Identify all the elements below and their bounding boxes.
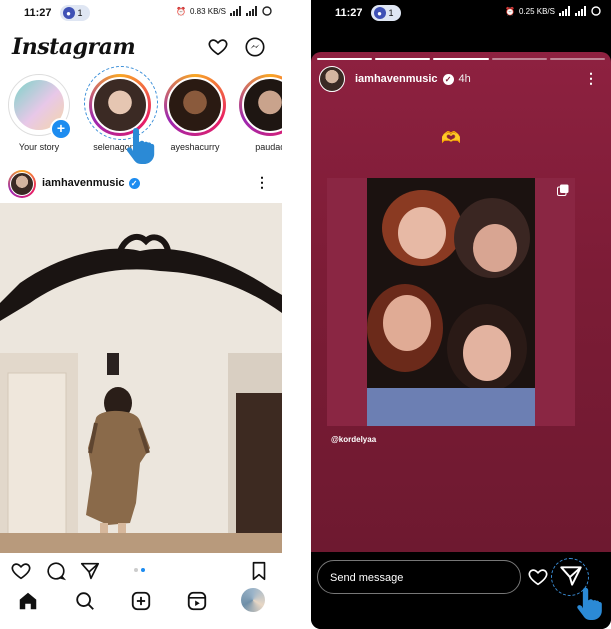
like-story-heart-icon[interactable] <box>527 566 549 588</box>
mention-tag[interactable]: @kordelyaa <box>331 435 376 444</box>
notification-icon: ● <box>62 7 75 19</box>
tap-hand-icon <box>126 128 155 164</box>
bookmark-icon[interactable] <box>248 560 270 582</box>
tap-hand-icon <box>577 587 602 620</box>
signal-icon-2 <box>246 6 257 16</box>
comment-icon[interactable] <box>45 560 67 582</box>
story-username[interactable]: iamhavenmusic <box>355 73 438 85</box>
search-icon[interactable] <box>74 590 96 612</box>
status-time: 11:27 <box>24 7 52 19</box>
story-your-story[interactable]: + Your story <box>6 74 72 152</box>
heart-icon[interactable] <box>10 560 32 582</box>
reels-icon[interactable] <box>186 590 208 612</box>
signal-icon <box>230 6 241 16</box>
carousel-post-icon <box>557 184 569 196</box>
progress-segment <box>549 58 606 60</box>
add-story-plus-icon[interactable]: + <box>50 118 72 140</box>
story-ayeshacurry[interactable]: ayeshacurry <box>162 74 228 152</box>
status-bar: 11:27 ● 1 ⏰ 0.83 KB/S <box>0 0 282 26</box>
shared-post-photo <box>367 178 535 426</box>
instagram-logo[interactable]: Instagram <box>12 34 136 60</box>
notification-pill: ● 1 <box>59 5 90 21</box>
shared-post-card[interactable] <box>327 178 575 426</box>
status-icons: ⏰ 0.83 KB/S <box>176 6 272 16</box>
carousel-indicator <box>134 568 145 572</box>
post-photo-illustration <box>0 203 282 553</box>
story-label: ayeshacurry <box>170 142 220 152</box>
progress-segment <box>375 58 431 60</box>
story-options-icon[interactable]: ⋮ <box>584 70 598 87</box>
notification-count: 1 <box>77 8 83 18</box>
group-selfie-illustration <box>367 178 535 426</box>
story-label: Your story <box>18 142 60 152</box>
heart-icon[interactable] <box>207 36 229 58</box>
create-icon[interactable] <box>130 590 152 612</box>
heart-hands-icon: 🫶 <box>441 130 461 147</box>
story-paudac[interactable]: paudac <box>237 74 282 152</box>
post-options-icon[interactable]: ⋮ <box>255 174 269 191</box>
verified-badge-icon: ✓ <box>128 177 140 189</box>
story-author-avatar[interactable] <box>319 66 345 92</box>
story-header: iamhavenmusic ✓ 4h ⋮ <box>319 66 603 94</box>
home-icon[interactable] <box>17 590 39 612</box>
bottom-nav <box>0 586 282 616</box>
network-speed: 0.83 KB/S <box>189 6 226 16</box>
network-speed: 0.25 KB/S <box>518 6 555 16</box>
post-header: iamhavenmusic ✓ ⋮ <box>0 168 282 198</box>
post-username[interactable]: iamhavenmusic <box>42 177 125 189</box>
instagram-feed-screen: 11:27 ● 1 ⏰ 0.83 KB/S Instagram + Your s… <box>0 0 282 629</box>
status-time: 11:27 <box>335 7 363 19</box>
story-author[interactable]: iamhavenmusic ✓ 4h <box>355 73 471 85</box>
notification-pill: ● 1 <box>370 5 401 21</box>
ayeshacurry-avatar <box>167 77 223 133</box>
story-label: paudac <box>255 142 282 152</box>
battery-icon <box>262 6 272 16</box>
alarm-icon: ⏰ <box>505 6 515 16</box>
post-author-avatar[interactable] <box>8 170 36 198</box>
status-icons: ⏰ 0.25 KB/S <box>505 6 601 16</box>
progress-segment <box>317 58 373 60</box>
paudac-avatar <box>242 77 282 133</box>
story-viewer-screen: 11:27 ● 1 ⏰ 0.25 KB/S iamhavenmusic ✓ 4h… <box>311 0 611 629</box>
alarm-icon: ⏰ <box>176 6 186 16</box>
share-icon[interactable] <box>79 560 101 582</box>
signal-icon-2 <box>575 6 586 16</box>
carousel-dot <box>134 568 138 572</box>
progress-segment <box>433 58 489 60</box>
post-actions <box>0 560 282 582</box>
battery-icon <box>591 6 601 16</box>
messenger-icon[interactable] <box>244 36 266 58</box>
profile-avatar[interactable] <box>241 588 265 612</box>
story-reply-bar: Send message <box>311 552 611 629</box>
progress-segment <box>491 58 547 60</box>
story-ring <box>239 74 282 136</box>
post-author[interactable]: iamhavenmusic ✓ <box>42 177 140 189</box>
signal-icon <box>559 6 570 16</box>
send-message-input[interactable]: Send message <box>317 560 521 594</box>
notification-count: 1 <box>388 8 394 18</box>
story-age: 4h <box>458 73 471 85</box>
verified-badge-icon: ✓ <box>442 73 454 85</box>
ig-header: Instagram <box>0 30 282 66</box>
status-bar: 11:27 ● 1 ⏰ 0.25 KB/S <box>311 0 611 26</box>
post-image[interactable] <box>0 203 282 553</box>
story-progress-bar <box>317 58 606 60</box>
notification-icon: ● <box>373 7 386 19</box>
story-ring <box>164 74 226 136</box>
carousel-dot-active <box>141 568 145 572</box>
